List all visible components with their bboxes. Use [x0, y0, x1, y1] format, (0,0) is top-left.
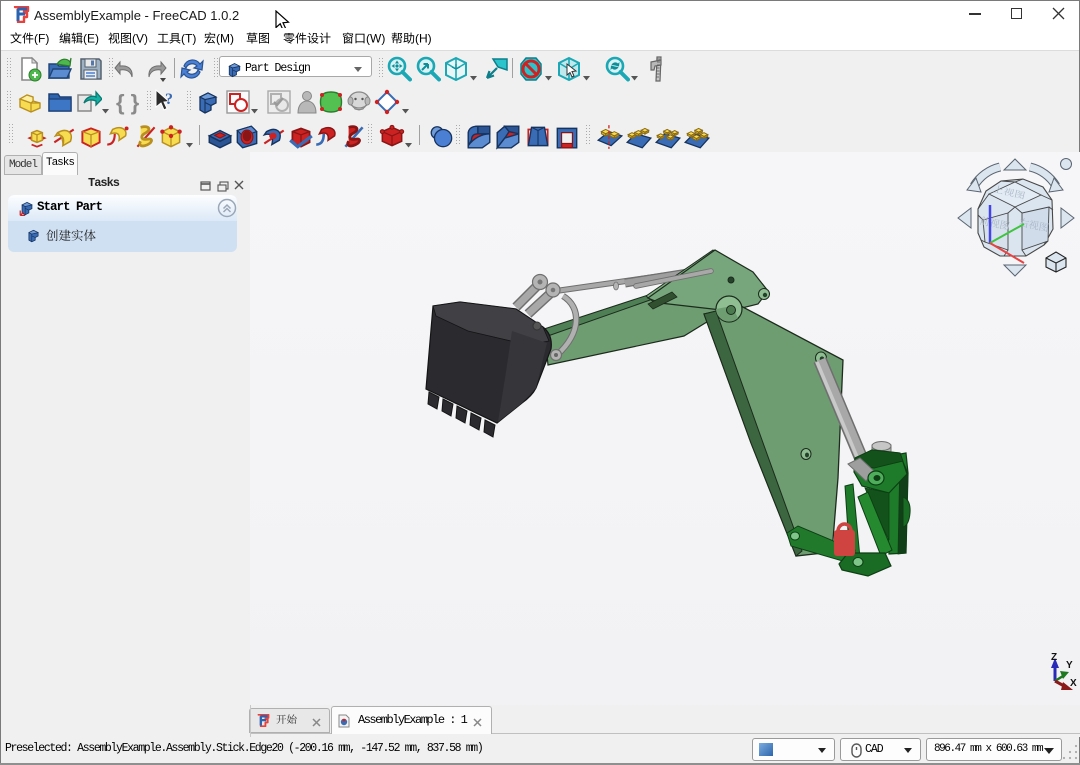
svg-text:(E): (E) [83, 32, 99, 46]
svg-text:Z: Z [1051, 652, 1057, 663]
svg-text:(V): (V) [132, 32, 148, 46]
svg-text:X: X [1070, 678, 1077, 689]
svg-text:(M): (M) [216, 32, 234, 46]
svg-text:(W): (W) [366, 32, 385, 46]
svg-text:(T): (T) [181, 32, 196, 46]
svg-text:Y: Y [1066, 660, 1073, 671]
svg-text:{ }: { } [116, 90, 139, 115]
svg-text:?: ? [165, 91, 173, 108]
svg-text:(F): (F) [34, 32, 49, 46]
svg-text:(H): (H) [415, 32, 432, 46]
